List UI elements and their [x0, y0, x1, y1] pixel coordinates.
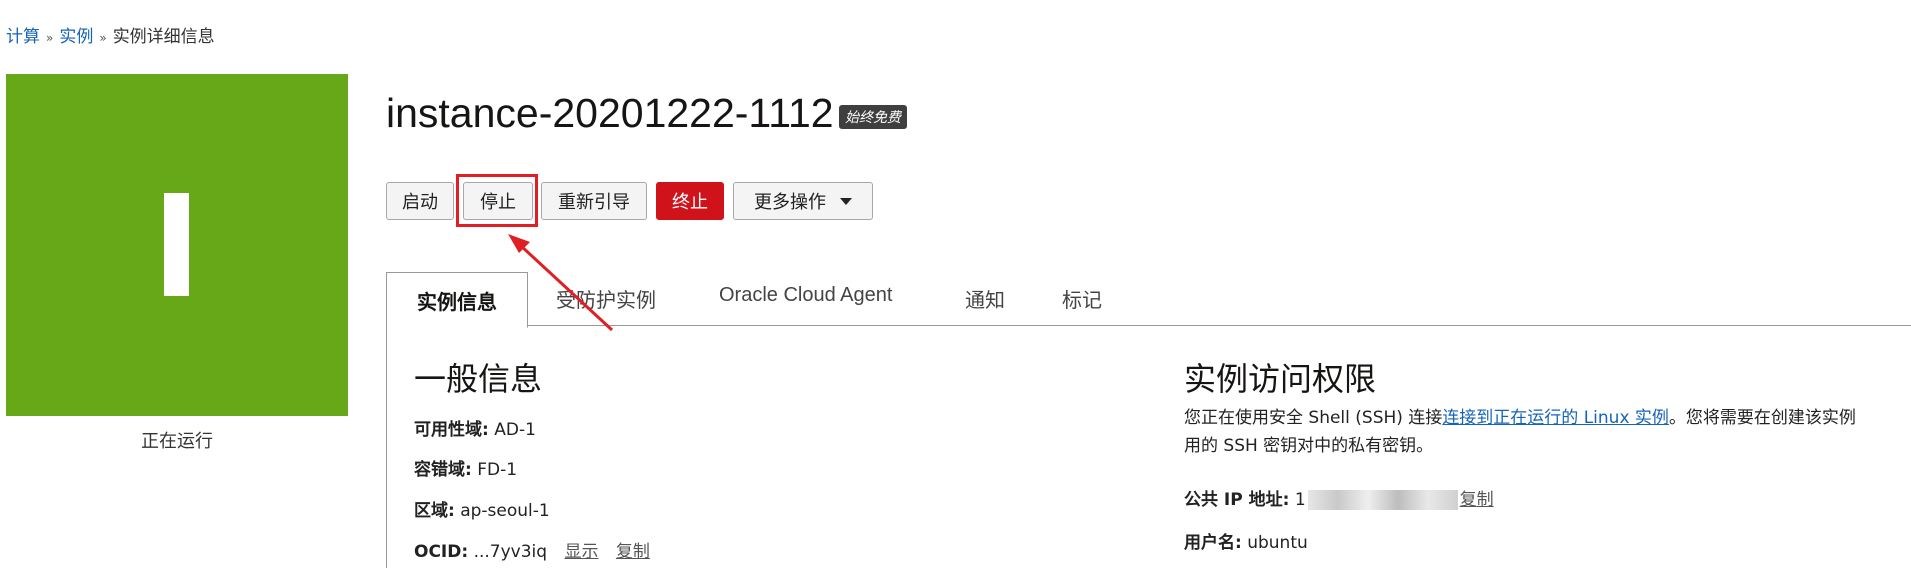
always-free-badge: 始终免费 — [839, 105, 907, 129]
fault-domain-key: 容错域: — [414, 460, 472, 480]
region-key: 区域: — [414, 501, 455, 521]
instance-status-label: 正在运行 — [141, 431, 213, 452]
tabs-divider — [386, 325, 1911, 326]
general-info-heading: 一般信息 — [414, 360, 543, 398]
caret-down-icon — [840, 197, 852, 205]
tab-notifications[interactable]: 通知 — [965, 284, 1005, 313]
ocid-value: ...7yv3iq — [473, 542, 548, 562]
tab-tags[interactable]: 标记 — [1062, 284, 1102, 313]
ssh-description-suffix: 。您将需要在创建该实例 — [1668, 408, 1856, 428]
breadcrumb-link-compute[interactable]: 计算 — [6, 27, 40, 47]
fault-domain-value: FD-1 — [477, 460, 518, 480]
fault-domain-row: 容错域: FD-1 — [414, 455, 517, 480]
breadcrumb-separator: » — [46, 31, 54, 45]
ssh-description-line2: 用的 SSH 密钥对中的私有密钥。 — [1184, 436, 1434, 456]
ocid-key: OCID: — [414, 542, 469, 562]
tab-panel-border — [386, 326, 387, 568]
instance-status-letter — [164, 193, 189, 296]
public-ip-value: 1 — [1294, 490, 1306, 510]
start-button[interactable]: 启动 — [386, 182, 454, 220]
ssh-description: 您正在使用安全 Shell (SSH) 连接连接到正在运行的 Linux 实例。… — [1184, 404, 1911, 460]
instance-access-heading: 实例访问权限 — [1184, 360, 1377, 398]
ssh-description-prefix: 您正在使用安全 Shell (SSH) 连接 — [1184, 408, 1443, 428]
region-row: 区域: ap-seoul-1 — [414, 496, 550, 521]
tab-instance-info[interactable]: 实例信息 — [386, 272, 528, 328]
username-value: ubuntu — [1247, 533, 1308, 553]
public-ip-redacted — [1307, 490, 1458, 510]
public-ip-key: 公共 IP 地址: — [1184, 490, 1290, 510]
ocid-show-link[interactable]: 显示 — [564, 542, 598, 562]
region-value: ap-seoul-1 — [460, 501, 550, 521]
connect-linux-instance-link[interactable]: 连接到正在运行的 Linux 实例 — [1442, 408, 1669, 428]
page-title: instance-20201222-1112 — [386, 90, 834, 136]
tab-shielded-instance[interactable]: 受防护实例 — [556, 284, 656, 313]
username-row: 用户名: ubuntu — [1184, 528, 1308, 553]
terminate-button[interactable]: 终止 — [656, 182, 724, 220]
breadcrumb-separator: » — [99, 31, 107, 45]
availability-domain-value: AD-1 — [494, 420, 536, 440]
availability-domain-row: 可用性域: AD-1 — [414, 415, 536, 440]
annotation-highlight-box — [456, 174, 538, 227]
breadcrumb-link-instances[interactable]: 实例 — [59, 27, 93, 47]
reboot-button[interactable]: 重新引导 — [541, 182, 647, 220]
public-ip-row: 公共 IP 地址: 1 复制 — [1184, 485, 1494, 510]
breadcrumb: 计算 » 实例 » 实例详细信息 — [6, 22, 215, 47]
public-ip-copy-link[interactable]: 复制 — [1460, 490, 1494, 510]
more-actions-button[interactable]: 更多操作 — [733, 182, 873, 220]
more-actions-label: 更多操作 — [754, 192, 826, 213]
availability-domain-key: 可用性域: — [414, 420, 489, 440]
ocid-row: OCID: ...7yv3iq 显示 复制 — [414, 537, 650, 562]
username-key: 用户名: — [1184, 533, 1242, 553]
tab-oracle-cloud-agent[interactable]: Oracle Cloud Agent — [719, 284, 892, 307]
breadcrumb-current: 实例详细信息 — [112, 27, 215, 47]
ocid-copy-link[interactable]: 复制 — [616, 542, 650, 562]
